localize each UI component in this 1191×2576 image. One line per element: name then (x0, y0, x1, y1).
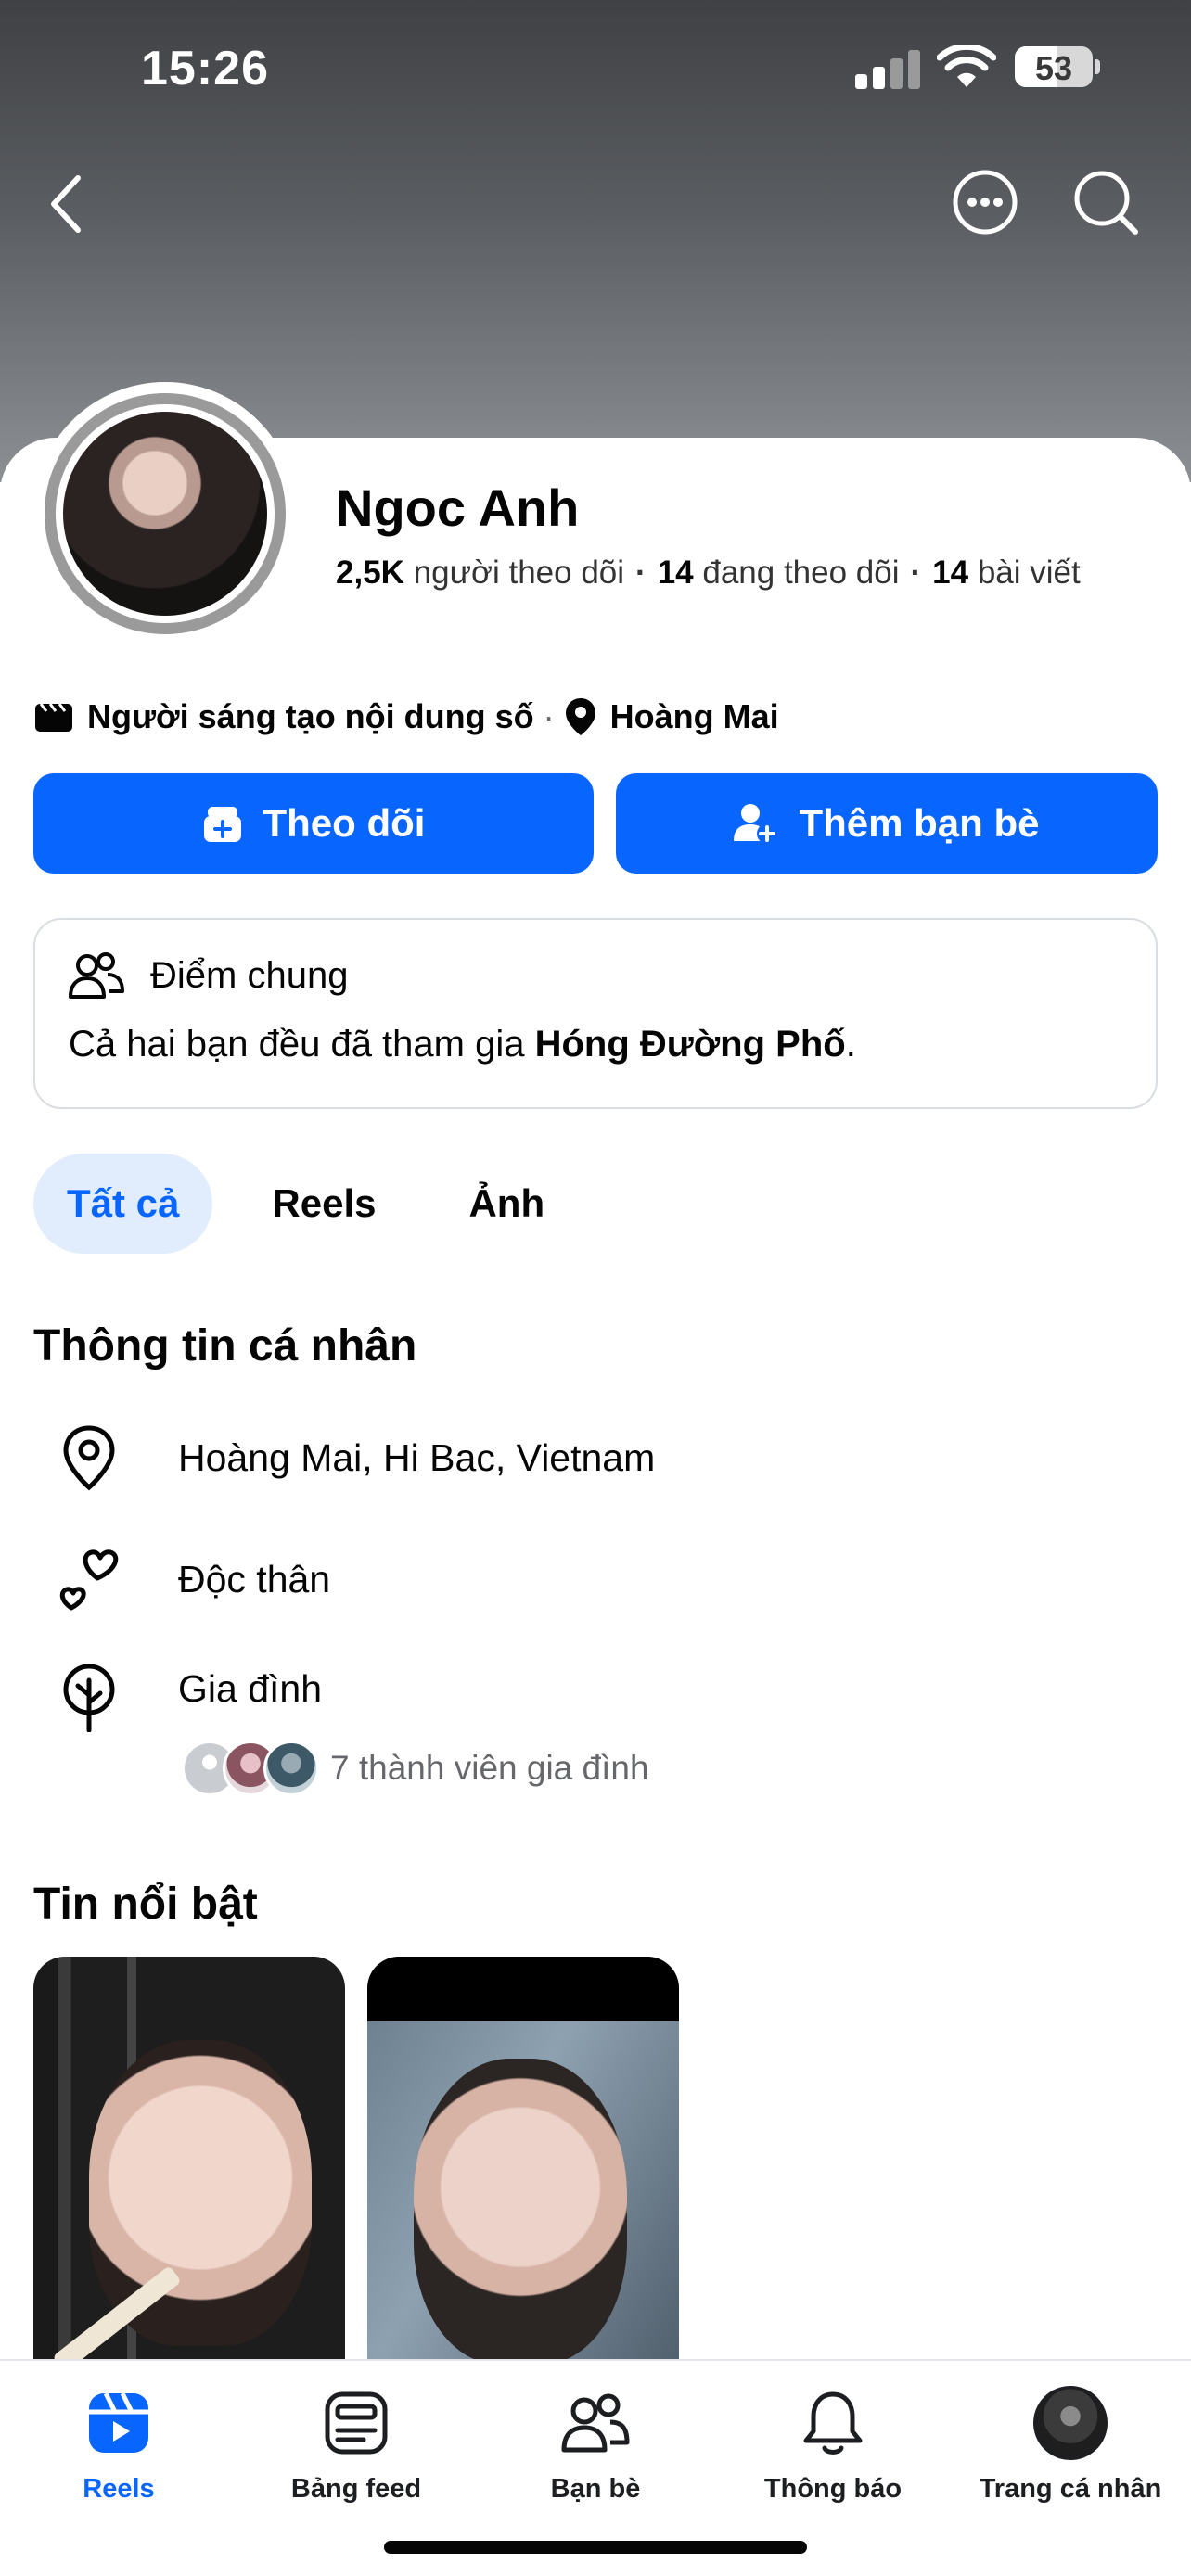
nav-notifications-label: Thông báo (763, 2474, 903, 2504)
avatar-image (63, 412, 267, 616)
follow-button[interactable]: Theo dõi (33, 773, 594, 874)
story-subject (414, 2059, 627, 2365)
profile-name: Ngoc Anh (336, 478, 580, 537)
hearts-icon (59, 1549, 119, 1611)
nav-notifications[interactable]: Thông báo (714, 2385, 952, 2524)
tab-photos[interactable]: Ảnh (435, 1154, 578, 1254)
story-ring (45, 393, 286, 634)
info-location-row: Hoàng Mai, Hi Bac, Vietnam (52, 1424, 655, 1491)
creator-category: Người sáng tạo nội dung số (87, 697, 534, 735)
profile-meta: Người sáng tạo nội dung số · Hoàng Mai (33, 694, 779, 740)
status-bar: 15:26 53 (0, 0, 1191, 139)
mutual-info-title: Điểm chung (69, 948, 348, 1003)
location-pin-outline-icon (63, 1425, 115, 1491)
battery-level: 53 (1034, 49, 1073, 87)
family-tree-icon (63, 1664, 115, 1732)
profile-avatar-icon (1033, 2386, 1108, 2460)
following-count[interactable]: 14 (658, 555, 694, 591)
posts-count: 14 (932, 555, 969, 591)
mutual-group-name[interactable]: Hóng Đường Phố (535, 1024, 846, 1065)
profile-tabs: Tất cả Reels Ảnh (33, 1154, 604, 1254)
friends-icon (561, 2393, 630, 2453)
info-relationship: Độc thân (178, 1557, 331, 1600)
story-thumbnail (89, 2040, 312, 2346)
profile-location: Hoàng Mai (609, 697, 779, 735)
clapperboard-icon (35, 703, 72, 732)
mutual-info-suffix: . (845, 1024, 856, 1065)
info-location: Hoàng Mai, Hi Bac, Vietnam (178, 1435, 656, 1479)
home-indicator (384, 2541, 807, 2554)
profile-avatar[interactable] (33, 382, 297, 645)
add-friend-icon (734, 804, 778, 844)
nav-profile[interactable]: Trang cá nhân (952, 2385, 1189, 2524)
family-avatar (263, 1741, 319, 1796)
battery-indicator: 53 (1015, 46, 1100, 87)
add-friend-label: Thêm bạn bè (799, 801, 1040, 845)
back-arrow-icon[interactable] (37, 167, 96, 241)
more-options-icon[interactable] (950, 167, 1020, 237)
nav-profile-label: Trang cá nhân (979, 2474, 1162, 2504)
feed-icon (325, 2391, 388, 2455)
info-family-row: Gia đình (52, 1662, 322, 1732)
nav-feed[interactable]: Bảng feed (237, 2385, 475, 2524)
mutual-info-card[interactable]: Điểm chung Cả hai bạn đều đã tham gia Hó… (33, 918, 1158, 1109)
follow-label: Theo dõi (263, 801, 426, 845)
tab-all[interactable]: Tất cả (33, 1154, 213, 1254)
nav-reels-label: Reels (83, 2474, 155, 2504)
highlight-story[interactable] (33, 1957, 345, 2365)
followers-label[interactable]: người theo dõi (414, 555, 624, 591)
add-friend-button[interactable]: Thêm bạn bè (616, 773, 1158, 874)
nav-reels[interactable]: Reels (0, 2385, 237, 2524)
following-label[interactable]: đang theo dõi (702, 555, 899, 591)
highlight-story[interactable] (367, 1957, 679, 2365)
family-members[interactable]: 7 thành viên gia đình (182, 1740, 649, 1797)
cellular-signal-icon (855, 48, 920, 89)
people-icon (69, 952, 124, 999)
info-relationship-row: Độc thân (52, 1547, 330, 1612)
reels-icon (89, 2391, 148, 2453)
mutual-info-prefix: Cả hai bạn đều đã tham gia (69, 1024, 535, 1065)
status-time: 15:26 (141, 42, 269, 96)
location-pin-icon (565, 698, 596, 735)
info-family: Gia đình (178, 1667, 322, 1710)
nav-friends-label: Bạn bè (550, 2474, 641, 2504)
wifi-icon (937, 45, 996, 87)
bell-icon (803, 2391, 863, 2455)
personal-info-title: Thông tin cá nhân (33, 1321, 417, 1371)
mutual-info-text: Cả hai bạn đều đã tham gia Hóng Đường Ph… (69, 1024, 856, 1065)
family-members-count: 7 thành viên gia đình (330, 1749, 649, 1787)
mutual-info-label: Điểm chung (150, 954, 349, 996)
followers-count[interactable]: 2,5K (336, 555, 404, 591)
search-icon[interactable] (1070, 167, 1141, 237)
follow-icon (203, 807, 241, 842)
highlights-title: Tin nổi bật (33, 1880, 258, 1929)
nav-friends[interactable]: Bạn bè (477, 2385, 714, 2524)
nav-feed-label: Bảng feed (290, 2474, 422, 2504)
posts-label: bài viết (977, 555, 1081, 591)
story-thumbnail (367, 2021, 679, 2365)
profile-stats: 2,5K người theo dõi · 14 đang theo dõi · 14 … (336, 555, 1081, 591)
tab-reels[interactable]: Reels (238, 1154, 409, 1254)
